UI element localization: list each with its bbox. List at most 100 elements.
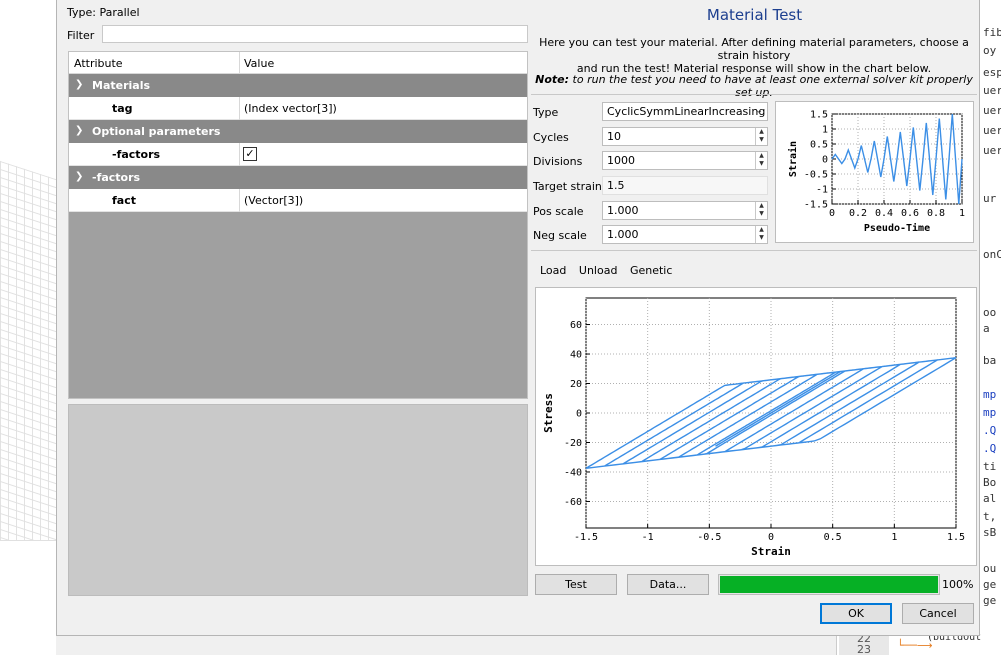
x-tick-label: -0.5 [697, 532, 721, 543]
factors-checkbox[interactable]: ✓ [243, 147, 257, 161]
code-fragment: onC [983, 248, 1001, 261]
test-button[interactable]: Test [535, 574, 617, 595]
type-label: Type: [67, 6, 96, 19]
code-fragment: al [983, 492, 997, 505]
type-select-value: CyclicSymmLinearIncreasing [607, 105, 766, 118]
y-tick-label: -0.5 [804, 169, 828, 180]
spin-arrows-icon[interactable]: ▲ ▼ [755, 128, 767, 145]
chevron-down-icon[interactable]: ❯ [75, 79, 83, 90]
stress-strain-svg: -1.5 -1 -0.5 0 0.5 1 1.5 60 40 20 0 -20 -40 -60 Strain… [542, 297, 965, 558]
description-line: Here you can test your material. After d… [539, 36, 969, 62]
pos-scale-label: Pos scale [533, 205, 584, 218]
description-panel [68, 404, 528, 596]
cancel-button[interactable]: Cancel [902, 603, 974, 624]
tree-header: Attribute Value [69, 52, 527, 74]
attribute-name: tag [112, 102, 133, 115]
chevron-down-icon[interactable]: ⌄ [755, 106, 763, 116]
page-title: Material Test [706, 6, 803, 24]
spin-arrows-icon[interactable]: ▲ ▼ [755, 226, 767, 243]
y-tick-label: 0 [576, 408, 582, 419]
x-tick-label: -1.5 [574, 532, 598, 543]
neg-scale-spinbox[interactable]: 1.000 ▲ ▼ [602, 225, 768, 244]
group-label: Optional parameters [92, 125, 221, 138]
code-fragment: t, [983, 510, 997, 523]
code-fragment: .Q [983, 424, 997, 437]
tab-load[interactable]: Load [540, 264, 566, 277]
column-attribute[interactable]: Attribute [74, 57, 123, 70]
tab-unload[interactable]: Unload [579, 264, 618, 277]
note-prefix: Note: [535, 73, 570, 86]
x-axis-label: Strain [751, 545, 791, 558]
x-axis-label: Pseudo-Time [864, 222, 930, 234]
progress-label: 100% [942, 578, 974, 591]
line-number: 23 [839, 643, 889, 655]
code-fragment: ti [983, 460, 997, 473]
code-fragment: uer [983, 84, 1001, 97]
code-fragment: sB [983, 526, 997, 539]
attribute-value[interactable]: (Index vector[3]) [244, 102, 337, 115]
tree-row-tag[interactable]: tag (Index vector[3]) [69, 97, 527, 120]
pos-scale-spinbox[interactable]: 1.000 ▲ ▼ [602, 201, 768, 220]
code-fragment: ge [983, 578, 997, 591]
group-optional-parameters[interactable]: ❯ Optional parameters [69, 120, 527, 143]
code-editor-gutter: 22 23 └──⟶ (buildOut [836, 632, 1001, 655]
attribute-value[interactable]: (Vector[3]) [244, 194, 303, 207]
x-tick-label: 0 [768, 532, 774, 543]
code-fragment: mp [983, 406, 997, 419]
y-axis-label: Strain [787, 141, 799, 177]
code-editor-background: fibe oy esp uer uer uer uer ur F onC oo a ba mp mp .Q.… [977, 0, 1001, 655]
neg-scale-label: Neg scale [533, 229, 587, 242]
y-tick-label: -40 [564, 467, 582, 478]
divisions-spinbox[interactable]: 1000 ▲ ▼ [602, 151, 768, 170]
attribute-tree: Attribute Value ❯ Materials tag (Index v… [68, 51, 528, 399]
type-param-label: Type [533, 106, 559, 119]
attribute-name: fact [112, 194, 136, 207]
code-fragment: esp [983, 66, 1001, 79]
group-materials[interactable]: ❯ Materials [69, 74, 527, 97]
data-button[interactable]: Data... [627, 574, 709, 595]
target-strain-input[interactable]: 1.5 [602, 176, 768, 195]
chevron-down-icon[interactable]: ❯ [75, 171, 83, 182]
tab-genetic[interactable]: Genetic [630, 264, 672, 277]
y-axis-label: Stress [542, 393, 555, 433]
chevron-down-icon[interactable]: ❯ [75, 125, 83, 136]
code-fragment: a [983, 322, 990, 335]
column-value[interactable]: Value [244, 57, 274, 70]
response-tabs: Load Unload Genetic [540, 264, 681, 277]
code-fragment: uer [983, 124, 1001, 137]
x-tick-label: 1 [959, 208, 965, 219]
cycles-value: 10 [607, 130, 621, 143]
spin-arrows-icon[interactable]: ▲ ▼ [755, 202, 767, 219]
y-tick-label: 20 [570, 379, 582, 390]
code-fragment: uer [983, 144, 1001, 157]
ok-button[interactable]: OK [820, 603, 892, 624]
x-tick-label: 0.5 [824, 532, 842, 543]
divider [531, 250, 977, 251]
x-tick-label: 0 [829, 208, 835, 219]
type-select[interactable]: CyclicSymmLinearIncreasing ⌄ [602, 102, 768, 121]
cycles-spinbox[interactable]: 10 ▲ ▼ [602, 127, 768, 146]
x-tick-label: 0.4 [875, 208, 893, 219]
filter-input[interactable] [102, 25, 528, 43]
code-fragment: fibe [983, 26, 1001, 39]
divisions-label: Divisions [533, 155, 583, 168]
neg-scale-value: 1.000 [607, 228, 639, 241]
x-tick-label: 0.8 [927, 208, 945, 219]
strain-history-svg: 0 0.2 0.4 0.6 0.8 1 1.5 1 0.5 0 -0.5 -1 -1.5 Pseudo-T… [787, 109, 965, 234]
attribute-name: -factors [112, 148, 161, 161]
group-factors[interactable]: ❯ -factors [69, 166, 527, 189]
spin-arrows-icon[interactable]: ▲ ▼ [755, 152, 767, 169]
progress-bar [718, 574, 940, 595]
test-description: Here you can test your material. After d… [529, 36, 979, 75]
tree-row-factors[interactable]: -factors ✓ [69, 143, 527, 166]
x-tick-label: 0.2 [849, 208, 867, 219]
viewport-floor [0, 540, 56, 655]
code-fragment: ur F [983, 192, 1001, 205]
progress-fill [720, 576, 938, 593]
y-tick-label: 40 [570, 349, 582, 360]
tree-row-fact[interactable]: fact (Vector[3]) [69, 189, 527, 212]
y-tick-label: -1 [816, 184, 828, 195]
pos-scale-value: 1.000 [607, 204, 639, 217]
y-tick-label: 0 [822, 154, 828, 165]
x-tick-label: 1.5 [947, 532, 965, 543]
